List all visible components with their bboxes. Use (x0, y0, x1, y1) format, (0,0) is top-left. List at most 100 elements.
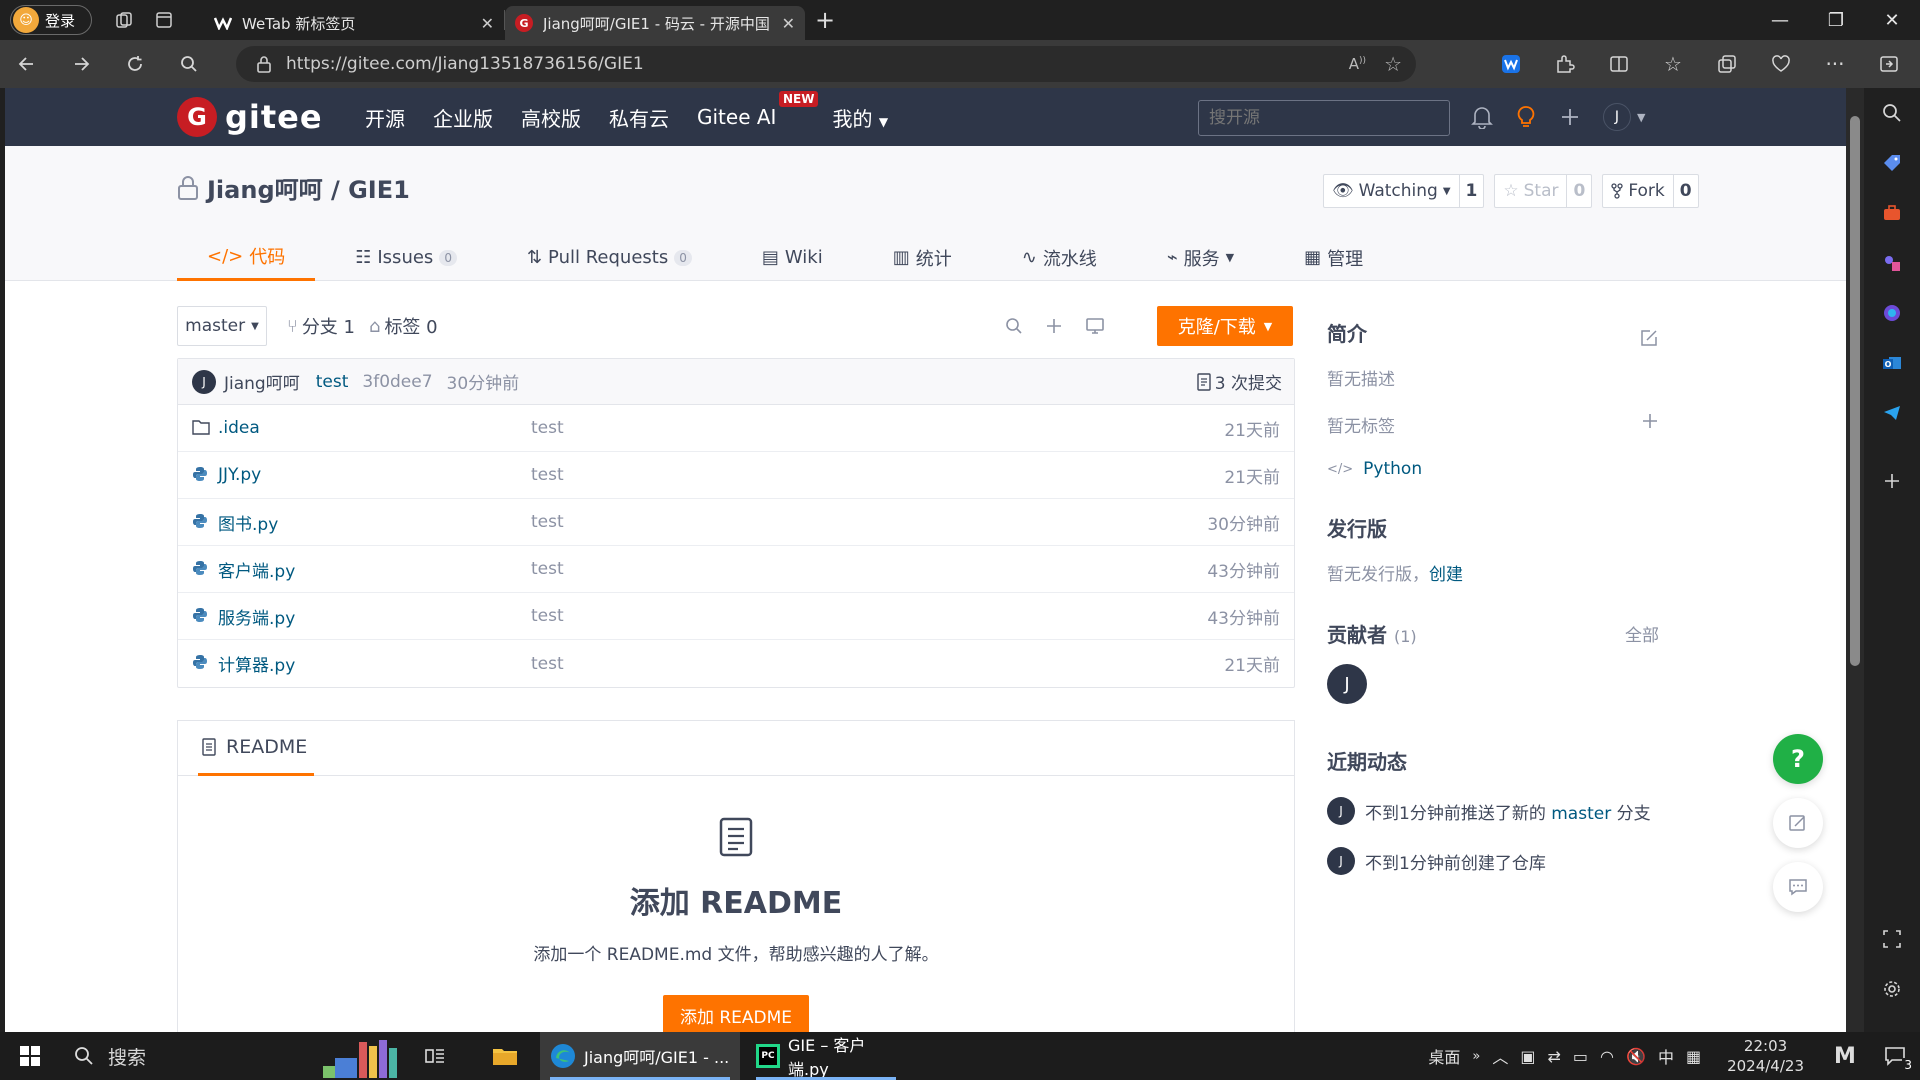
file-name[interactable]: 客户端.py (218, 557, 295, 582)
add-tag-icon[interactable] (1641, 412, 1659, 430)
file-commit-message[interactable]: test (531, 606, 564, 626)
telegram-send-icon[interactable] (1864, 388, 1920, 438)
fork-count[interactable]: 0 (1672, 175, 1698, 207)
network-transfer-icon[interactable]: ⇄ (1548, 1047, 1561, 1066)
file-name[interactable]: 服务端.py (218, 604, 295, 629)
new-tab-icon[interactable]: + (805, 6, 845, 34)
more-icon[interactable]: ··· (1808, 40, 1862, 88)
notification-center-icon[interactable]: 3 (1870, 1032, 1920, 1080)
fork-button[interactable]: Fork 0 (1602, 174, 1699, 208)
search-icon[interactable] (162, 40, 216, 88)
keyboard-grid-icon[interactable]: ▦ (1686, 1047, 1701, 1066)
commit-hash[interactable]: 3f0dee7 (362, 372, 432, 392)
settings-gear-icon[interactable] (1864, 964, 1920, 1014)
avatar[interactable]: J (1327, 847, 1355, 875)
extensions-icon[interactable] (1538, 40, 1592, 88)
repo-name[interactable]: Jiang呵呵 / GIE1 (207, 170, 410, 205)
lightbulb-icon[interactable] (1515, 105, 1537, 129)
url-text[interactable]: https://gitee.com/Jiang13518736156/GIE1 (286, 54, 644, 74)
commit-message[interactable]: test (316, 372, 349, 392)
shopping-tag-icon[interactable] (1864, 138, 1920, 188)
branch-select[interactable]: master ▼ (177, 306, 267, 346)
tab-wetab[interactable]: WeTab 新标签页 ✕ (204, 6, 504, 40)
screenshot-icon[interactable] (1864, 914, 1920, 964)
task-view-icon[interactable] (410, 1032, 460, 1080)
avatar[interactable]: J (1327, 664, 1367, 704)
nav-mine[interactable]: 我的 ▼ (832, 103, 888, 132)
tab-code[interactable]: </> 代码 (177, 234, 316, 281)
refresh-icon[interactable] (108, 40, 162, 88)
split-screen-icon[interactable] (1592, 40, 1646, 88)
favorite-star-icon[interactable]: ☆ (1384, 52, 1402, 76)
tab-service[interactable]: ⌁ 服务 ▼ (1137, 234, 1264, 281)
table-row[interactable]: 计算器.py test 21天前 (178, 640, 1294, 687)
profile-button[interactable]: ☺ 登录 (10, 5, 92, 35)
outlook-icon[interactable]: O (1864, 338, 1920, 388)
books-widget-icon[interactable] (310, 1032, 410, 1080)
tab-stats[interactable]: ▥ 统计 (863, 234, 982, 281)
chevron-up-icon[interactable]: ︿ (1492, 1044, 1508, 1068)
clone-download-button[interactable]: 克隆/下载 ▼ (1157, 306, 1293, 346)
commits-count-link[interactable]: 3 次提交 (1197, 369, 1282, 394)
taskbar-app-edge[interactable]: Jiang呵呵/GIE1 - ... (540, 1032, 740, 1080)
close-icon[interactable]: ✕ (782, 14, 795, 33)
web-ide-icon[interactable] (1085, 317, 1105, 335)
notification-bell-icon[interactable] (1471, 105, 1493, 129)
tab-wiki[interactable]: ▤ Wiki (732, 234, 853, 281)
branches-link[interactable]: ⑂ 分支 1 (287, 313, 355, 339)
nav-gitee-ai[interactable]: Gitee AI NEW (697, 91, 819, 129)
browser-essentials-icon[interactable] (1754, 40, 1808, 88)
file-commit-message[interactable]: test (531, 654, 564, 674)
favorites-icon[interactable]: ☆ (1646, 40, 1700, 88)
table-row[interactable]: 客户端.py test 43分钟前 (178, 546, 1294, 593)
activity-branch-link[interactable]: master (1551, 804, 1611, 824)
star-button[interactable]: ☆ Star 0 (1494, 174, 1593, 208)
gitee-logo[interactable]: G gitee (177, 97, 323, 137)
avatar[interactable]: J (192, 369, 216, 394)
table-row[interactable]: 服务端.py test 43分钟前 (178, 593, 1294, 640)
edit-icon[interactable] (1639, 328, 1659, 348)
create-plus-icon[interactable] (1559, 106, 1581, 128)
table-row[interactable]: JJY.py test 21天前 (178, 452, 1294, 499)
clock[interactable]: 22:03 2024/4/23 (1711, 1036, 1820, 1076)
back-icon[interactable] (0, 40, 54, 88)
avatar[interactable]: J (1327, 797, 1355, 825)
tab-manage[interactable]: ▦ 管理 (1274, 234, 1393, 281)
taskbar-app-pycharm[interactable]: PC GIE – 客户端.py (746, 1032, 906, 1080)
readme-tab[interactable]: README (198, 721, 314, 776)
chat-icon[interactable] (1773, 862, 1823, 912)
tab-pull-requests[interactable]: ⇅ Pull Requests 0 (497, 234, 722, 281)
create-release-link[interactable]: 创建 (1429, 565, 1463, 585)
file-explorer-icon[interactable] (480, 1032, 530, 1080)
watch-button[interactable]: 👁 Watching ▼ 1 (1323, 174, 1485, 208)
feedback-edit-icon[interactable] (1773, 798, 1823, 848)
table-row[interactable]: .idea test 21天前 (178, 405, 1294, 452)
file-name[interactable]: 计算器.py (218, 651, 295, 676)
tab-actions-icon[interactable] (144, 0, 184, 40)
workspaces-icon[interactable] (104, 0, 144, 40)
user-menu[interactable]: J ▼ (1603, 103, 1645, 131)
add-file-icon[interactable] (1045, 317, 1063, 335)
tab-issues[interactable]: ☷ Issues 0 (325, 234, 487, 281)
battery-icon[interactable]: ▭ (1573, 1047, 1588, 1066)
nav-private-cloud[interactable]: 私有云 (609, 103, 669, 132)
taskbar-search[interactable]: 搜索 (60, 1032, 310, 1080)
file-commit-message[interactable]: test (531, 418, 564, 438)
volume-mute-icon[interactable]: 🔇 (1626, 1047, 1646, 1066)
wifi-icon[interactable]: ◠ (1600, 1047, 1614, 1066)
help-button[interactable]: ? (1773, 734, 1823, 784)
file-commit-message[interactable]: test (531, 559, 564, 579)
tab-pipeline[interactable]: ∿ 流水线 (992, 234, 1127, 281)
tags-link[interactable]: ⌂ 标签 0 (369, 313, 438, 339)
security-icon[interactable]: ▣ (1520, 1047, 1535, 1066)
forward-icon[interactable] (54, 40, 108, 88)
maximize-icon[interactable]: ❐ (1808, 0, 1864, 40)
ime-indicator[interactable]: 中 (1658, 1044, 1674, 1068)
page-scrollbar[interactable] (1846, 88, 1864, 1032)
file-commit-message[interactable]: test (531, 465, 564, 485)
nav-enterprise[interactable]: 企业版 (433, 103, 493, 132)
start-button[interactable] (0, 1032, 60, 1080)
lock-icon[interactable] (256, 55, 272, 73)
chevron-right-icon[interactable]: » (1472, 1049, 1480, 1064)
sidebar-toggle-icon[interactable] (1862, 40, 1916, 88)
